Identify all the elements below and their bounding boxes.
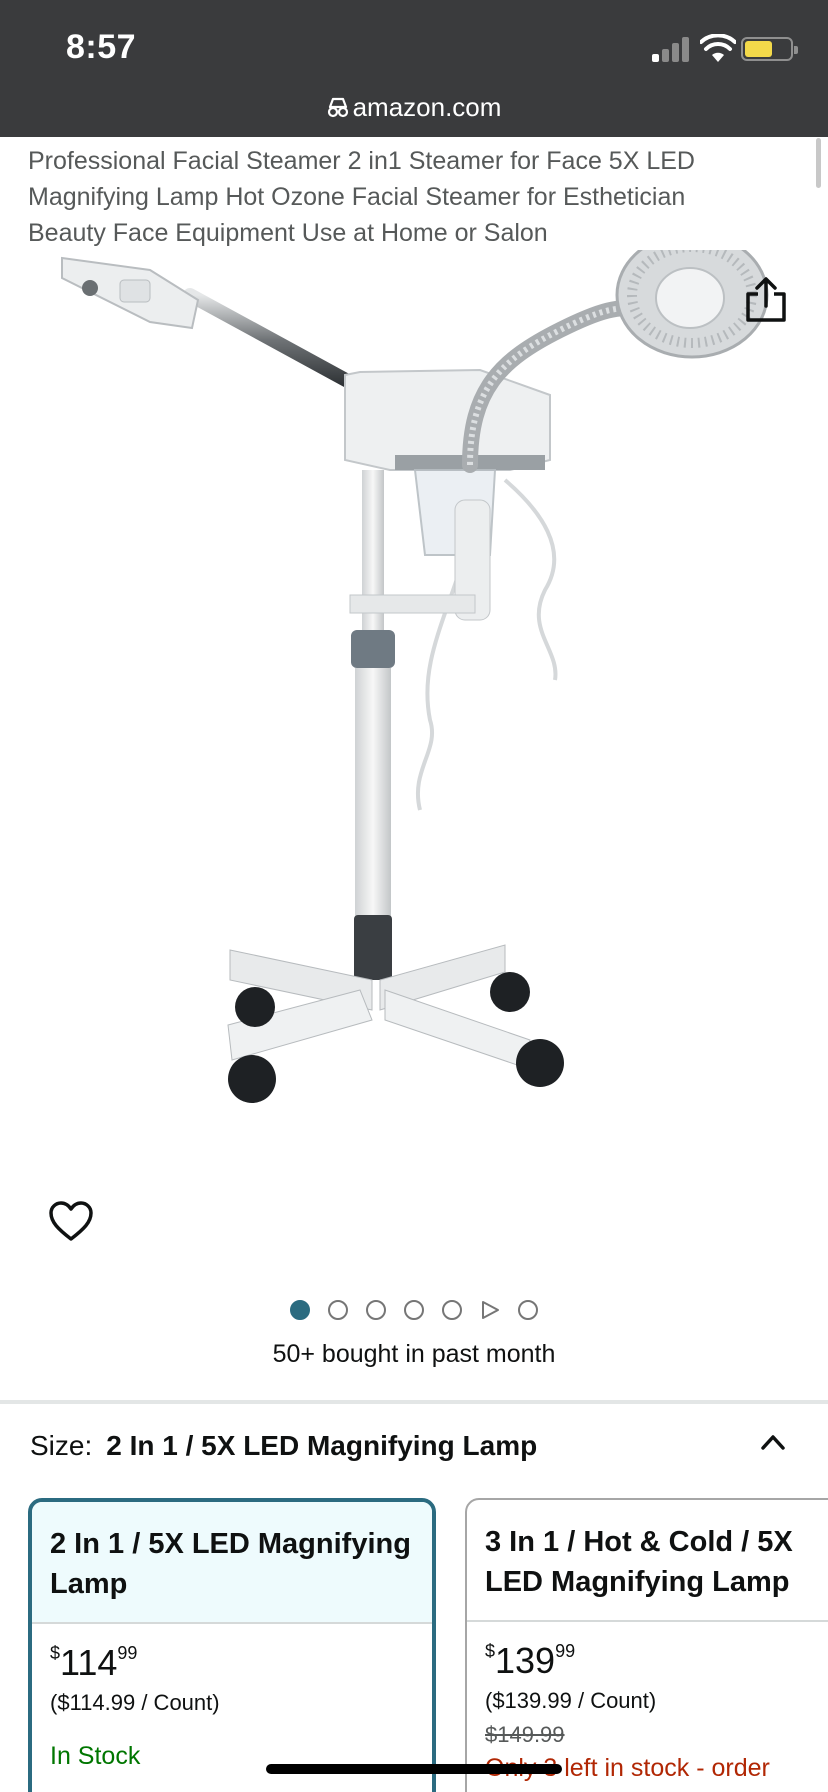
- chevron-up-icon[interactable]: [758, 1428, 788, 1458]
- availability-status: In Stock: [50, 1742, 141, 1770]
- bought-count-text: 50+ bought in past month: [272, 1340, 556, 1368]
- clock: 8:57: [66, 28, 137, 66]
- price-fraction: 99: [117, 1643, 138, 1663]
- price: $13999: [467, 1622, 828, 1682]
- price-fraction: 99: [555, 1641, 576, 1661]
- list-price: $149.99: [485, 1722, 565, 1747]
- status-bar: 8:57 amazon.com: [0, 0, 828, 137]
- size-label: Size:: [30, 1430, 93, 1461]
- price-whole: 139: [495, 1640, 556, 1681]
- video-play-icon[interactable]: [480, 1300, 500, 1320]
- unit-price: ($139.99 / Count): [485, 1688, 657, 1713]
- product-image[interactable]: [0, 250, 828, 1270]
- scrollbar: [816, 138, 821, 188]
- size-option-name: 3 In 1 / Hot & Cold / 5X LED Magnifying …: [485, 1526, 793, 1598]
- carousel-dot[interactable]: [518, 1300, 538, 1320]
- site-info-icon: [327, 97, 348, 118]
- image-carousel-indicator: [0, 1300, 828, 1322]
- heart-icon[interactable]: [48, 1200, 94, 1242]
- address-bar[interactable]: amazon.com: [0, 92, 828, 123]
- price-whole: 114: [60, 1642, 118, 1683]
- carousel-dot[interactable]: [442, 1300, 462, 1320]
- wifi-icon: [700, 34, 736, 62]
- share-icon[interactable]: [744, 276, 788, 324]
- currency-symbol: $: [485, 1641, 496, 1661]
- size-selected-value: 2 In 1 / 5X LED Magnifying Lamp: [106, 1430, 538, 1461]
- carousel-dot[interactable]: [328, 1300, 348, 1320]
- cellular-signal-icon: [652, 36, 690, 62]
- price: $11499: [32, 1624, 432, 1684]
- currency-symbol: $: [50, 1643, 61, 1663]
- size-option-name: 2 In 1 / 5X LED Magnifying Lamp: [32, 1502, 432, 1622]
- unit-price: ($114.99 / Count): [50, 1690, 220, 1715]
- size-selector-header[interactable]: Size: 2 In 1 / 5X LED Magnifying Lamp: [30, 1430, 537, 1462]
- product-title[interactable]: Professional Facial Steamer 2 in1 Steame…: [28, 143, 768, 251]
- size-option-card-selected[interactable]: 2 In 1 / 5X LED Magnifying Lamp $11499 (…: [28, 1498, 436, 1792]
- carousel-dot[interactable]: [404, 1300, 424, 1320]
- domain-text: amazon.com: [352, 92, 502, 122]
- size-option-card[interactable]: 3 In 1 / Hot & Cold / 5X LED Magnifying …: [465, 1498, 828, 1792]
- carousel-dot[interactable]: [366, 1300, 386, 1320]
- battery-icon: [741, 37, 798, 61]
- section-divider: [0, 1400, 828, 1404]
- home-indicator[interactable]: [266, 1764, 562, 1774]
- carousel-dot[interactable]: [290, 1300, 310, 1320]
